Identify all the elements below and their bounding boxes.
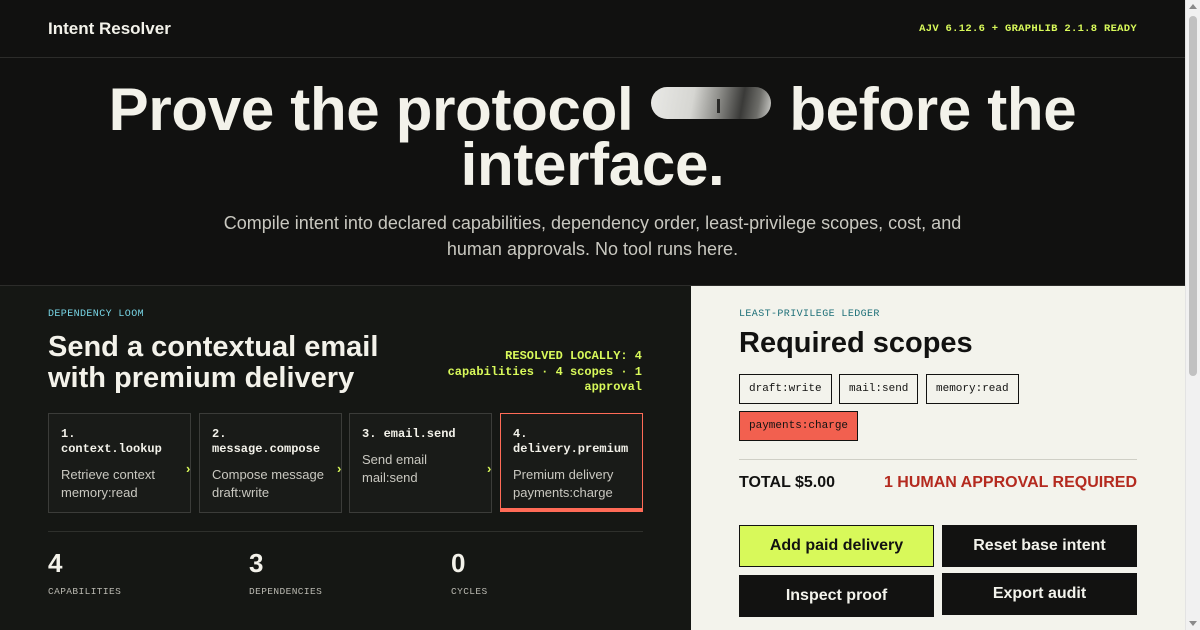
loom-eyebrow: DEPENDENCY LOOM	[48, 309, 145, 320]
ledger-eyebrow: LEAST-PRIVILEGE LEDGER	[739, 309, 880, 320]
scopes-title: Required scopes	[739, 327, 973, 359]
hero-subtitle: Compile intent into declared capabilitie…	[223, 213, 962, 259]
chevron-right-icon: ›	[186, 461, 191, 476]
capability-description: Premium delivery payments:charge	[513, 466, 630, 502]
capability-card[interactable]: 1. context.lookup Retrieve context memor…	[48, 413, 191, 513]
capability-action: Compose message	[212, 467, 324, 482]
capability-description: Send email mail:send	[362, 451, 479, 487]
capability-card[interactable]: 3. email.send Send email mail:send	[349, 413, 492, 513]
stat-value: 4	[48, 548, 63, 578]
dependency-loom-panel: DEPENDENCY LOOM Send a contextual email …	[0, 286, 691, 630]
capability-card[interactable]: 2. message.compose Compose message draft…	[199, 413, 342, 513]
scope-chip: draft:write	[739, 374, 832, 404]
capability-description: Retrieve context memory:read	[61, 466, 178, 502]
capability-description: Compose message draft:write	[212, 466, 329, 502]
stat-value: 3	[249, 548, 264, 578]
capability-name: 1. context.lookup	[61, 427, 162, 456]
stat-capabilities: 4 CAPABILITIES	[48, 548, 121, 597]
loom-divider	[48, 531, 643, 532]
stat-label: DEPENDENCIES	[249, 586, 323, 597]
chevron-right-icon: ›	[487, 461, 492, 476]
intent-title: Send a contextual email with premium del…	[48, 331, 379, 394]
landscape-pill-image	[651, 87, 772, 119]
capability-chain: 1. context.lookup Retrieve context memor…	[48, 413, 643, 513]
hero-title-part2: before the	[789, 76, 1077, 143]
page-scrollbar[interactable]	[1185, 0, 1200, 630]
hero-title: Prove the protocol before the interface.	[0, 80, 1185, 195]
capability-card-premium[interactable]: 4. delivery.premium Premium delivery pay…	[500, 413, 643, 512]
hero-title-part3: interface.	[460, 131, 725, 198]
scope-chip-danger: payments:charge	[739, 411, 859, 441]
capability-scope: memory:read	[61, 485, 138, 500]
brand-name[interactable]: Intent Resolver	[48, 19, 171, 39]
capability-scope: payments:charge	[513, 485, 613, 500]
scroll-up-icon[interactable]	[1189, 4, 1197, 9]
export-audit-button[interactable]: Export audit	[942, 573, 1137, 615]
top-bar: Intent Resolver AJV 6.12.6 + GRAPHLIB 2.…	[0, 0, 1185, 58]
stat-label: CAPABILITIES	[48, 586, 122, 597]
scope-chip: memory:read	[926, 374, 1019, 404]
ledger-divider	[739, 459, 1137, 460]
approval-required: 1 HUMAN APPROVAL REQUIRED	[883, 474, 1137, 491]
scope-chip: mail:send	[839, 374, 919, 404]
capability-name: 2. message.compose	[212, 427, 321, 456]
add-paid-delivery-button[interactable]: Add paid delivery	[739, 525, 934, 567]
scrollbar-thumb[interactable]	[1189, 16, 1197, 376]
inspect-proof-button[interactable]: Inspect proof	[739, 575, 934, 617]
hero-section: Prove the protocol before the interface. …	[0, 58, 1185, 286]
capability-name: 3. email.send	[362, 427, 456, 441]
capability-action: Premium delivery	[513, 467, 614, 482]
stat-label: CYCLES	[451, 586, 488, 597]
stat-value: 0	[451, 548, 466, 578]
reset-base-intent-button[interactable]: Reset base intent	[942, 525, 1137, 567]
resolved-summary: RESOLVED LOCALLY: 4 capabilities · 4 sco…	[447, 349, 642, 394]
least-privilege-ledger-panel: LEAST-PRIVILEGE LEDGER Required scopes d…	[691, 286, 1185, 630]
stat-dependencies: 3 DEPENDENCIES	[249, 548, 322, 597]
total-cost: TOTAL $5.00	[739, 474, 836, 491]
capability-name: 4. delivery.premium	[513, 427, 629, 456]
capability-action: Retrieve context	[61, 467, 155, 482]
capability-action: Send email	[362, 452, 428, 467]
library-status: AJV 6.12.6 + GRAPHLIB 2.1.8 READY	[919, 23, 1137, 35]
scroll-down-icon[interactable]	[1189, 621, 1197, 626]
capability-scope: draft:write	[212, 485, 270, 500]
capability-scope: mail:send	[362, 470, 418, 485]
stat-cycles: 0 CYCLES	[451, 548, 488, 597]
chevron-right-icon: ›	[337, 461, 342, 476]
